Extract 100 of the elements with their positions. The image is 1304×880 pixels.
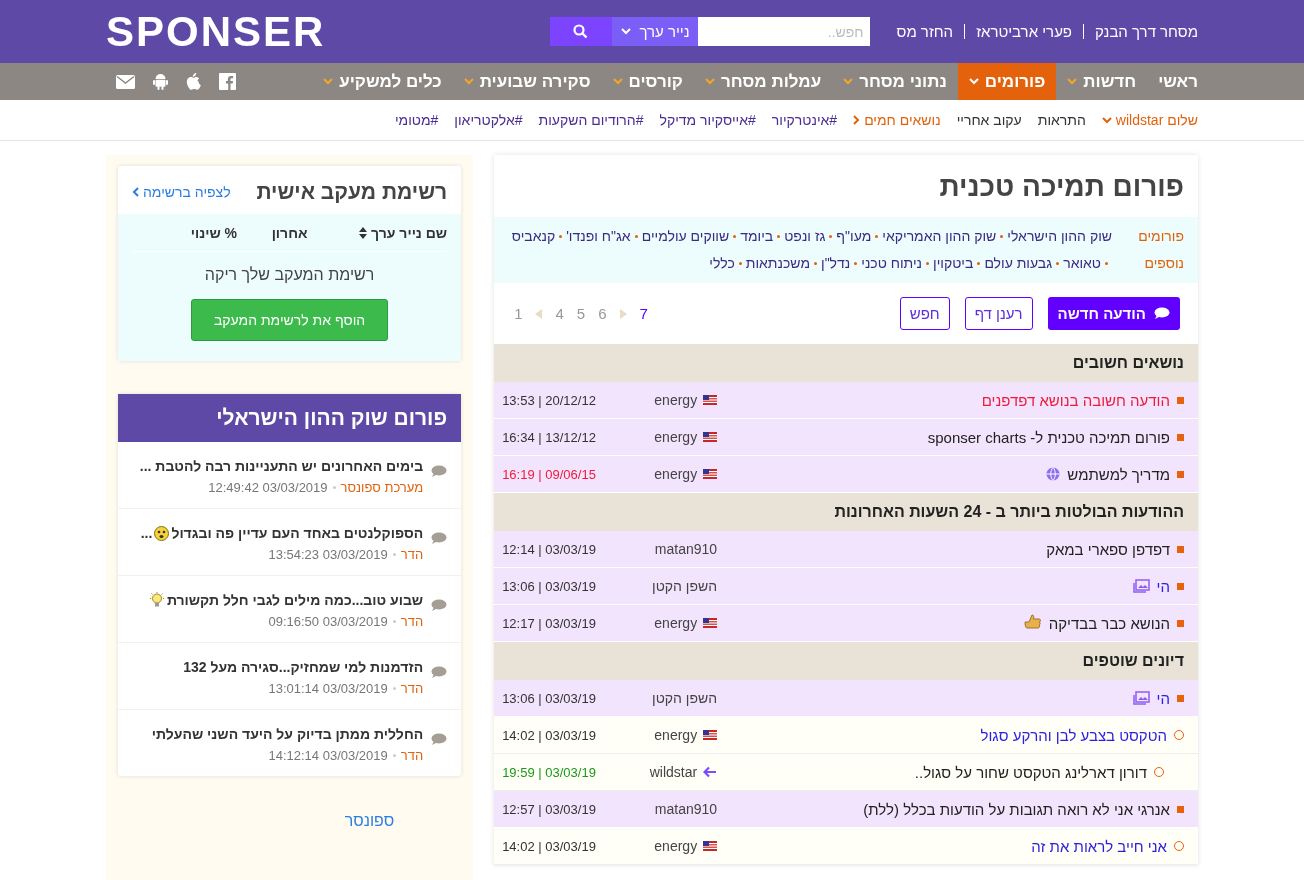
- subnav-link[interactable]: התראות: [1037, 112, 1086, 128]
- post-title[interactable]: הספוקלנטים באחד העם עדיין פה ובגדול: [171, 525, 424, 541]
- topic-link[interactable]: אנרגי אני לא רואה תגובות על הודעות בכלל (ללת): [863, 800, 1170, 818]
- post-title[interactable]: החללית ממתן בדיוק על היעד השני שהעלתי: [151, 726, 424, 742]
- header-link[interactable]: פערי ארביטראז: [964, 24, 1083, 39]
- post-title[interactable]: בימים האחרונים יש התעניינות רבה להטבת ...: [139, 458, 424, 474]
- empty-message: רשימת המעקב שלך ריקה: [203, 266, 376, 284]
- author-name[interactable]: energy: [654, 727, 698, 743]
- author-name[interactable]: energy: [654, 615, 698, 631]
- post-title[interactable]: הזדמנות למי שמחזיק...סגירה מעל 132: [183, 659, 424, 675]
- android-icon[interactable]: [153, 73, 168, 90]
- forum-link[interactable]: קנאביס: [511, 223, 556, 250]
- bullet-icon: [1177, 545, 1184, 553]
- page-link[interactable]: 7: [639, 305, 648, 322]
- forum-link[interactable]: כללי: [709, 250, 735, 277]
- face-icon: [154, 525, 170, 541]
- topic-link[interactable]: דורון דארלינג הטקסט שחור על סגול..: [914, 763, 1147, 781]
- subnav-link[interactable]: שלום wildstar: [1101, 112, 1198, 128]
- forum-link[interactable]: אג"ח ופנדו': [566, 223, 631, 250]
- topic-link[interactable]: הודעה חשובה בנושא דפדפנים: [981, 391, 1170, 409]
- author-name[interactable]: matan910: [654, 541, 718, 557]
- forum-link[interactable]: משכנתאות: [745, 250, 810, 277]
- search-field[interactable]: חפש..: [697, 17, 870, 46]
- author-name[interactable]: השפן הקטן: [652, 690, 718, 706]
- caret-icon: [1067, 78, 1078, 85]
- header-link[interactable]: מסחר דרך הבנק: [1083, 24, 1198, 39]
- forum-link[interactable]: טאואר: [1063, 250, 1101, 277]
- topic-link[interactable]: הנושא כבר בבדיקה: [1048, 614, 1170, 632]
- facebook-icon[interactable]: [219, 73, 236, 90]
- author-name[interactable]: הדר: [400, 547, 424, 562]
- topic-link[interactable]: דפדפן ספארי במאק: [1046, 540, 1170, 558]
- nav-tab[interactable]: חדשות: [1056, 63, 1148, 100]
- column-header[interactable]: שם נייר ערך: [342, 224, 448, 241]
- author-name[interactable]: energy: [654, 429, 698, 445]
- author-name[interactable]: השפן הקטן: [652, 578, 718, 594]
- sponsor-link[interactable]: ספונסר: [118, 812, 395, 830]
- topic-link[interactable]: הטקסט בצבע לבן והרקע סגול: [980, 726, 1167, 744]
- forum-link[interactable]: שוק ההון האמריקאי: [882, 223, 997, 250]
- nav-tab[interactable]: סקירה שבועית: [452, 63, 602, 100]
- author-name[interactable]: מערכת ספונסר: [340, 480, 424, 495]
- tag-link[interactable]: #הרודיום השקעות: [538, 112, 644, 128]
- tag-link[interactable]: #מטומי: [394, 112, 439, 128]
- forum-link[interactable]: שווקים עולמיים: [641, 223, 730, 250]
- author-name[interactable]: matan910: [654, 801, 718, 817]
- forum-link[interactable]: ניתוח טכני: [861, 250, 923, 277]
- post-date: 12:49:42 03/03/2019: [208, 480, 328, 495]
- author-name[interactable]: energy: [654, 838, 698, 854]
- logo[interactable]: SPONSER: [106, 7, 326, 56]
- tag-link[interactable]: #אייסקיור מדיקל: [659, 112, 756, 128]
- apple-icon[interactable]: [186, 73, 201, 90]
- post-date: 14:02 | 03/03/19: [501, 838, 597, 854]
- mail-icon[interactable]: [116, 74, 135, 89]
- post-date: 13:06 | 03/03/19: [501, 690, 597, 706]
- flag-icon: [703, 432, 718, 442]
- view-list-link[interactable]: לצפיה ברשימה: [132, 184, 231, 200]
- post-date: 13:06 | 03/03/19: [501, 578, 597, 594]
- caret-icon: [968, 78, 979, 85]
- post-title[interactable]: שבוע טוב...כמה מילים לגבי חלל תקשורת: [166, 592, 424, 608]
- subnav-link[interactable]: עקוב אחריי: [956, 112, 1022, 128]
- forum-link[interactable]: ביטקוין: [933, 250, 974, 277]
- forum-link[interactable]: ביומד: [740, 223, 774, 250]
- author-name[interactable]: energy: [654, 392, 698, 408]
- topic-link[interactable]: הי: [1156, 577, 1170, 595]
- topic-link[interactable]: פורום תמיכה טכנית ל- sponser charts: [927, 428, 1170, 446]
- flag-icon: [703, 618, 718, 628]
- author-name[interactable]: energy: [654, 466, 698, 482]
- post-date: 09:16:50 03/03/2019: [268, 614, 388, 629]
- bullet-icon: [1177, 694, 1184, 702]
- author-name[interactable]: wildstar: [649, 764, 698, 780]
- forum-link[interactable]: שוק ההון הישראלי: [1007, 223, 1112, 250]
- author-name[interactable]: הדר: [400, 748, 424, 763]
- nav-tab[interactable]: קורסים: [601, 63, 694, 100]
- toolbar-button[interactable]: חפש: [899, 297, 950, 330]
- tag-link[interactable]: #אלקטריאון: [454, 112, 523, 128]
- header-link[interactable]: החזר מס: [885, 24, 965, 39]
- forum-link[interactable]: גבעות עולם: [984, 250, 1053, 277]
- topic-link[interactable]: מדריך למשתמש: [1067, 465, 1170, 483]
- search-button[interactable]: [549, 17, 612, 46]
- tag-link[interactable]: #אינטרקיור: [771, 112, 838, 128]
- topic-link[interactable]: אני חייב לראות את זה: [1031, 837, 1167, 855]
- chat-bubble-icon: [1154, 307, 1170, 320]
- nav-tab[interactable]: נתוני מסחר: [832, 63, 958, 100]
- nav-tab[interactable]: ראשי: [1147, 63, 1198, 100]
- forum-link[interactable]: מעו"ף: [836, 223, 872, 250]
- category-dropdown[interactable]: נייר ערך: [611, 17, 698, 46]
- sort-icon[interactable]: [359, 226, 368, 239]
- post-date: 14:02 | 03/03/19: [501, 727, 597, 743]
- forum-link[interactable]: גז ונפט: [784, 223, 826, 250]
- toolbar-button[interactable]: רענן דף: [964, 297, 1033, 330]
- image-icon: [1132, 691, 1150, 705]
- nav-tab[interactable]: עמלות מסחר: [693, 63, 833, 100]
- chat-bubble-icon: [431, 465, 448, 478]
- new-message-button[interactable]: הודעה חדשה: [1047, 297, 1180, 330]
- subnav-link[interactable]: נושאים חמים: [853, 112, 941, 128]
- chevron-icon: [132, 187, 139, 197]
- topic-link[interactable]: הי: [1156, 689, 1170, 707]
- nav-tab[interactable]: כלים למשקיע: [312, 63, 453, 100]
- author-name[interactable]: הדר: [400, 681, 424, 696]
- forum-link[interactable]: נדל"ן: [821, 250, 851, 277]
- author-name[interactable]: הדר: [400, 614, 424, 629]
